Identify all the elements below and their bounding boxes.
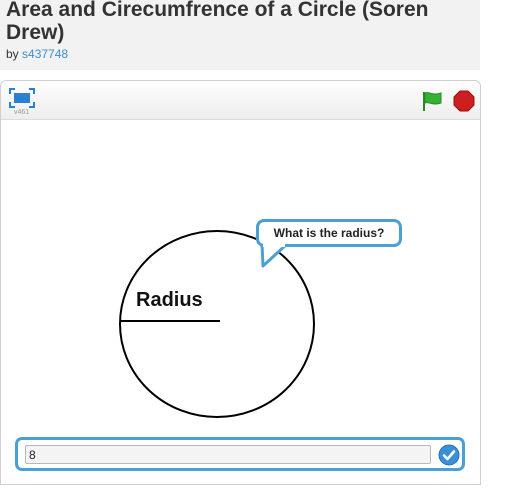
answer-input[interactable] [25, 445, 431, 464]
stage[interactable]: What is the radius? Radius [1, 120, 480, 484]
green-flag-icon[interactable] [421, 90, 443, 112]
stop-sign-icon[interactable] [453, 90, 475, 112]
speech-bubble-tail [260, 244, 289, 268]
author-link[interactable]: s437748 [22, 47, 68, 61]
ask-answer-box [15, 437, 465, 471]
version-label: v461 [14, 109, 30, 116]
player-controls: v461 [1, 81, 480, 120]
radius-label: Radius [136, 289, 203, 311]
byline: by s437748 [6, 47, 68, 61]
checkmark-icon[interactable] [438, 444, 460, 466]
fullscreen-icon[interactable] [9, 88, 35, 108]
project-title: Area and Cirecumfrence of a Circle (Sore… [6, 0, 429, 44]
circle-drawing [119, 230, 315, 418]
player-frame: v461 What is the radius? Radius [0, 80, 481, 485]
by-label: by [6, 47, 19, 61]
project-header: Area and Cirecumfrence of a Circle (Sore… [0, 0, 480, 70]
speech-bubble: What is the radius? [256, 219, 402, 247]
